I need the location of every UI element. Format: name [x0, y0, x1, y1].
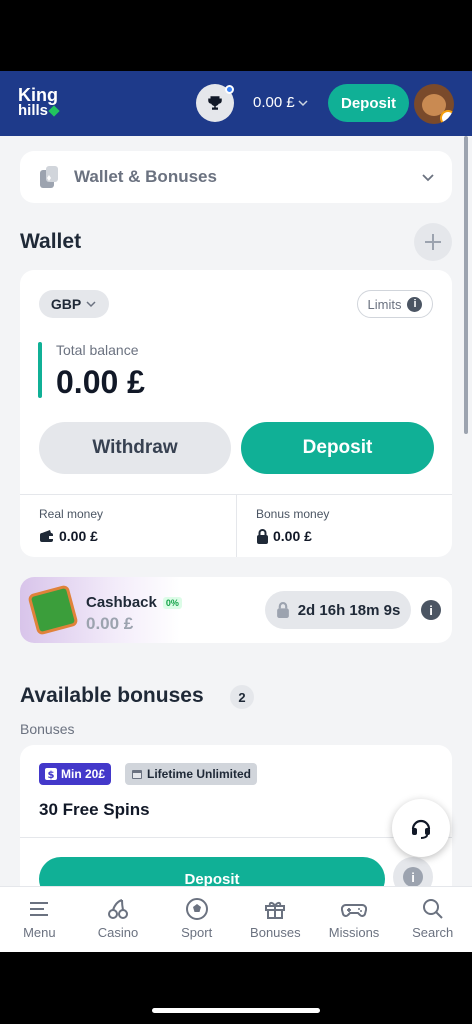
real-money-value: 0.00 £	[59, 528, 98, 544]
min-deposit-label: Min 20£	[61, 767, 106, 781]
cashback-header: Cashback 0%	[86, 594, 182, 611]
deposit-button[interactable]: Deposit	[241, 422, 434, 474]
real-money-label: Real money	[39, 507, 104, 521]
soccer-ball-icon	[185, 898, 208, 920]
nav-sport[interactable]: Sport	[157, 887, 236, 952]
header-deposit-button[interactable]: Deposit	[328, 84, 409, 122]
support-chat-button[interactable]	[392, 799, 450, 857]
cashback-timer: 2d 16h 18m 9s	[265, 591, 411, 629]
bottom-nav: Menu Casino Sport Bonuses Missions Searc…	[0, 886, 472, 952]
limits-label: Limits	[367, 296, 402, 312]
bonus-info-button[interactable]: i	[393, 857, 433, 886]
total-balance-label: Total balance	[56, 342, 139, 358]
nav-menu[interactable]: Menu	[0, 887, 79, 952]
divider	[236, 494, 237, 557]
search-icon	[422, 899, 443, 919]
wallet-icon	[40, 530, 53, 542]
nav-casino[interactable]: Casino	[79, 887, 158, 952]
notification-dot	[225, 85, 234, 94]
nav-menu-label: Menu	[23, 925, 56, 940]
wallet-cards-icon	[40, 166, 58, 188]
dollar-icon: $	[45, 768, 57, 780]
cashback-card[interactable]: Cashback 0% 0.00 £ 2d 16h 18m 9s i	[20, 577, 452, 643]
headset-icon	[411, 819, 431, 839]
available-bonuses-title: Available bonuses	[20, 684, 204, 707]
currency-selector[interactable]: GBP	[39, 290, 109, 318]
wallet-card: GBP Limits i Total balance 0.00 £ Withdr…	[20, 270, 452, 557]
avatar[interactable]	[414, 84, 454, 124]
nav-bonuses[interactable]: Bonuses	[236, 887, 315, 952]
nav-search-label: Search	[412, 925, 454, 940]
level-badge-icon	[440, 110, 454, 124]
nav-sport-label: Sport	[181, 925, 213, 940]
nav-missions[interactable]: Missions	[315, 887, 394, 952]
wallet-bonuses-selector[interactable]: Wallet & Bonuses	[20, 151, 452, 203]
add-wallet-button[interactable]	[414, 223, 452, 261]
bonus-money-label: Bonus money	[256, 507, 330, 521]
lifetime-tag: Lifetime Unlimited	[125, 763, 258, 785]
cashback-timer-value: 2d 16h 18m 9s	[297, 601, 401, 619]
lock-icon	[257, 528, 268, 544]
svg-text:$: $	[48, 770, 55, 780]
trophy-button[interactable]	[196, 84, 234, 122]
logo-line1: King	[18, 85, 58, 105]
app-screen: King hills 0.00 £ Deposit Wallet & Bonus…	[0, 0, 472, 1024]
currency-label: GBP	[50, 296, 82, 312]
info-icon: i	[407, 296, 423, 312]
trophy-icon	[208, 96, 222, 110]
cashback-percent-badge: 0%	[162, 596, 182, 609]
home-indicator[interactable]	[152, 1008, 320, 1013]
cashback-value: 0.00 £	[86, 614, 134, 633]
nav-missions-label: Missions	[328, 925, 380, 940]
divider	[20, 837, 452, 838]
plus-icon	[425, 234, 441, 250]
gift-icon	[265, 901, 286, 919]
balance-accent-bar	[38, 342, 42, 398]
lifetime-label: Lifetime Unlimited	[147, 767, 252, 781]
header-balance-dropdown[interactable]: 0.00 £	[253, 94, 309, 111]
cashback-title: Cashback	[86, 594, 157, 611]
bonus-money-value: 0.00 £	[273, 528, 312, 544]
scrollbar[interactable]	[464, 136, 468, 434]
main-content[interactable]: Wallet & Bonuses Wallet GBP Limits i Tot…	[0, 136, 472, 886]
menu-icon	[30, 902, 49, 916]
header-balance: 0.00 £	[253, 94, 295, 111]
chevron-down-icon	[422, 174, 434, 182]
cashback-info-icon[interactable]: i	[421, 600, 441, 620]
bonus-count-badge: 2	[230, 685, 254, 709]
bonuses-subtitle: Bonuses	[20, 721, 75, 737]
gamepad-icon	[341, 904, 368, 917]
wallet-title: Wallet	[20, 230, 82, 253]
bonus-money: 0.00 £	[256, 528, 312, 544]
min-deposit-tag: $ Min 20£	[39, 763, 112, 785]
real-money: 0.00 £	[39, 528, 98, 544]
lock-icon	[276, 602, 289, 618]
limits-button[interactable]: Limits i	[357, 290, 433, 318]
withdraw-button[interactable]: Withdraw	[39, 422, 231, 474]
kinghills-logo[interactable]: King hills	[18, 85, 60, 119]
wallet-bonuses-title: Wallet & Bonuses	[74, 167, 217, 186]
cherries-icon	[108, 899, 128, 919]
bonus-card: $ Min 20£ Lifetime Unlimited 30 Free Spi…	[20, 745, 452, 886]
bonus-deposit-button[interactable]: Deposit	[39, 857, 385, 886]
chevron-down-icon	[298, 99, 308, 106]
info-icon: i	[403, 867, 423, 886]
chevron-down-icon	[86, 301, 96, 308]
logo-line2: hills	[18, 102, 49, 119]
total-balance-value: 0.00 £	[56, 364, 145, 400]
calendar-icon	[132, 770, 142, 779]
nav-bonuses-label: Bonuses	[250, 925, 301, 940]
nav-casino-label: Casino	[97, 925, 139, 940]
logo-diamond-icon	[48, 105, 60, 117]
nav-search[interactable]: Search	[393, 887, 472, 952]
bonus-name: 30 Free Spins	[39, 800, 150, 819]
